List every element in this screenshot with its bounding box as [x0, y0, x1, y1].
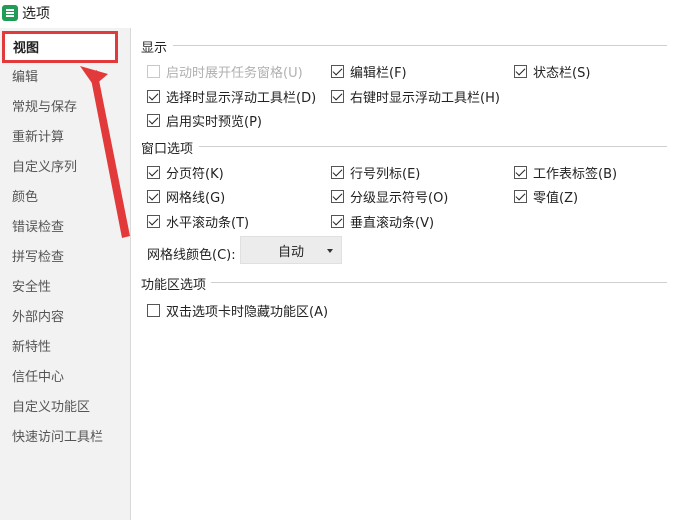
- section-divider: [211, 282, 667, 283]
- options-panel: 显示 启动时展开任务窗格(U) 编辑栏(F) 状态栏(S) 选择时显示浮动工具栏…: [131, 28, 675, 520]
- option-show-taskpane[interactable]: 启动时展开任务窗格(U): [147, 62, 303, 81]
- option-floating-toolbar-select[interactable]: 选择时显示浮动工具栏(D): [147, 87, 316, 106]
- checkbox[interactable]: [331, 190, 344, 203]
- option-status-bar[interactable]: 状态栏(S): [514, 62, 590, 81]
- checkbox[interactable]: [147, 304, 160, 317]
- checkbox[interactable]: [514, 166, 527, 179]
- checkbox[interactable]: [331, 215, 344, 228]
- option-horizontal-scrollbar[interactable]: 水平滚动条(T): [147, 212, 249, 231]
- option-floating-toolbar-rightclick[interactable]: 右键时显示浮动工具栏(H): [331, 87, 500, 106]
- option-gridlines[interactable]: 网格线(G): [147, 187, 225, 206]
- sidebar-item-spell-checking[interactable]: 拼写检查: [0, 243, 130, 273]
- section-divider: [199, 146, 667, 147]
- gridline-color-label: 网格线颜色(C):: [147, 248, 236, 263]
- sidebar-item-security[interactable]: 安全性: [0, 273, 130, 303]
- option-double-click-hide-ribbon[interactable]: 双击选项卡时隐藏功能区(A): [147, 301, 328, 320]
- option-label: 垂直滚动条(V): [350, 216, 435, 231]
- option-vertical-scrollbar[interactable]: 垂直滚动条(V): [331, 212, 434, 231]
- gridline-color-select[interactable]: 自动: [240, 236, 342, 264]
- sidebar-item-error-checking[interactable]: 错误检查: [0, 213, 130, 243]
- checkbox[interactable]: [331, 166, 344, 179]
- sidebar-item-colors[interactable]: 颜色: [0, 183, 130, 213]
- sidebar: 视图 编辑 常规与保存 重新计算 自定义序列 颜色 错误检查 拼写检查 安全性 …: [0, 28, 131, 520]
- section-title-window-options: 窗口选项: [141, 142, 194, 157]
- sidebar-item-trust-center[interactable]: 信任中心: [0, 363, 130, 393]
- option-page-breaks[interactable]: 分页符(K): [147, 163, 224, 182]
- sidebar-item-customize-ribbon[interactable]: 自定义功能区: [0, 393, 130, 423]
- option-label: 状态栏(S): [533, 66, 591, 81]
- checkbox[interactable]: [331, 90, 344, 103]
- sidebar-item-recalculate[interactable]: 重新计算: [0, 123, 130, 153]
- sidebar-item-new-features[interactable]: 新特性: [0, 333, 130, 363]
- sidebar-item-custom-lists[interactable]: 自定义序列: [0, 153, 130, 183]
- option-label: 右键时显示浮动工具栏(H): [350, 91, 500, 106]
- option-label: 网格线(G): [166, 191, 226, 206]
- checkbox[interactable]: [147, 90, 160, 103]
- checkbox[interactable]: [514, 65, 527, 78]
- option-label: 行号列标(E): [350, 167, 421, 182]
- option-row-col-headers[interactable]: 行号列标(E): [331, 163, 420, 182]
- checkbox[interactable]: [147, 215, 160, 228]
- option-label: 编辑栏(F): [350, 66, 407, 81]
- option-label: 分页符(K): [166, 167, 224, 182]
- checkbox[interactable]: [331, 65, 344, 78]
- option-label: 选择时显示浮动工具栏(D): [166, 91, 317, 106]
- title-bar: 选项: [0, 0, 675, 26]
- checkbox[interactable]: [514, 190, 527, 203]
- option-label: 双击选项卡时隐藏功能区(A): [166, 305, 329, 320]
- option-formula-bar[interactable]: 编辑栏(F): [331, 62, 407, 81]
- checkbox[interactable]: [147, 166, 160, 179]
- option-label: 启用实时预览(P): [166, 115, 262, 130]
- sidebar-item-edit[interactable]: 编辑: [0, 63, 130, 93]
- select-value: 自动: [277, 244, 304, 260]
- chevron-down-icon: [327, 249, 333, 253]
- sidebar-item-quick-access-toolbar[interactable]: 快速访问工具栏: [0, 423, 130, 453]
- sidebar-item-external-content[interactable]: 外部内容: [0, 303, 130, 333]
- sidebar-item-view[interactable]: 视图: [2, 31, 118, 63]
- section-title-ribbon-options: 功能区选项: [141, 278, 207, 293]
- section-title-display: 显示: [141, 41, 168, 56]
- option-live-preview[interactable]: 启用实时预览(P): [147, 111, 262, 130]
- checkbox[interactable]: [147, 190, 160, 203]
- option-label: 零值(Z): [533, 191, 579, 206]
- option-label: 水平滚动条(T): [166, 216, 250, 231]
- option-zero-values[interactable]: 零值(Z): [514, 187, 578, 206]
- sidebar-item-general-save[interactable]: 常规与保存: [0, 93, 130, 123]
- checkbox[interactable]: [147, 65, 160, 78]
- checkbox[interactable]: [147, 114, 160, 127]
- app-icon: [2, 5, 18, 21]
- option-outline-symbols[interactable]: 分级显示符号(O): [331, 187, 448, 206]
- option-label: 分级显示符号(O): [350, 191, 449, 206]
- option-label: 启动时展开任务窗格(U): [166, 66, 303, 81]
- option-label: 工作表标签(B): [533, 167, 618, 182]
- section-divider: [173, 45, 667, 46]
- option-sheet-tabs[interactable]: 工作表标签(B): [514, 163, 617, 182]
- window-title: 选项: [22, 6, 50, 22]
